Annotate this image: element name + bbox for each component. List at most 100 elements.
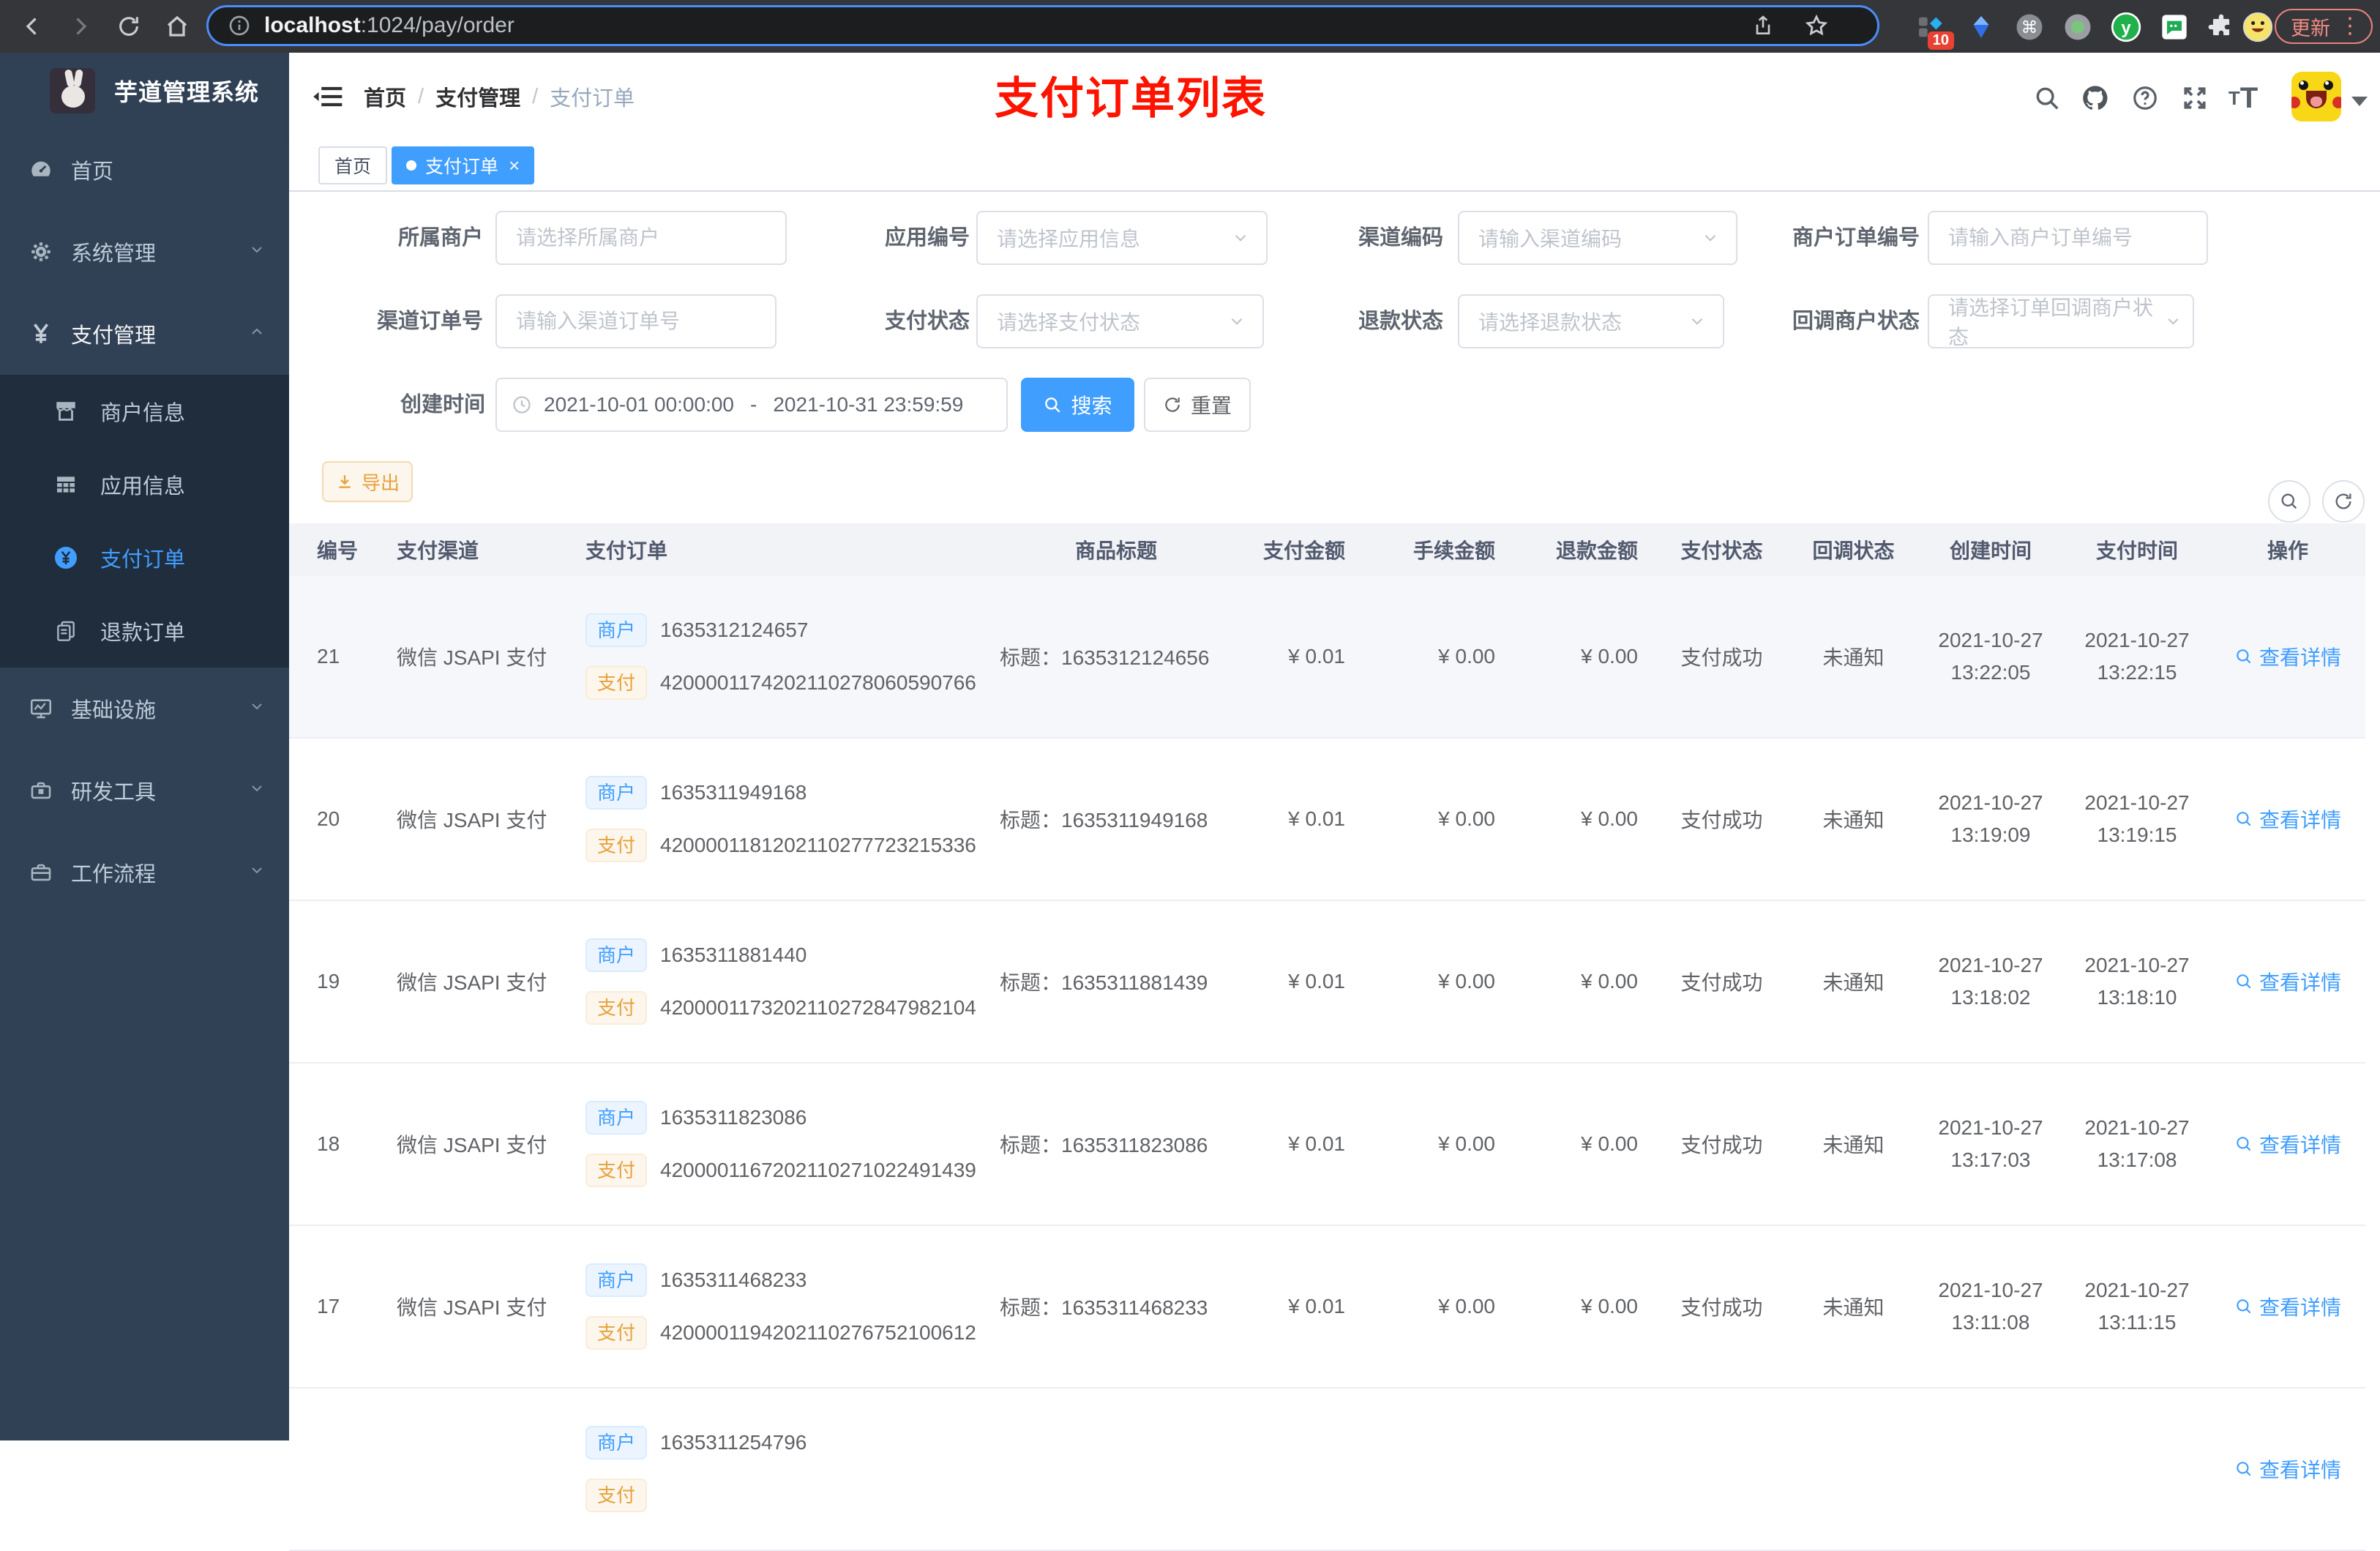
table-row: 17 微信 JSAPI 支付 商户 1635311468233 支付 42000… [289,1226,2365,1389]
home-icon[interactable] [161,10,193,42]
address-bar[interactable]: localhost:1024/pay/order [206,5,1879,46]
help-icon[interactable] [2129,82,2161,114]
sidebar-item-app-info[interactable]: 应用信息 [0,448,289,521]
merchant-input[interactable] [495,211,787,265]
view-detail-link[interactable]: 查看详情 [2234,804,2341,834]
cell-pay-time: 2021-10-2713:22:15 [2064,624,2210,689]
sidebar-item-label: 研发工具 [71,775,156,806]
view-detail-label: 查看详情 [2259,1129,2341,1159]
view-detail-link[interactable]: 查看详情 [2234,967,2341,996]
extension-grid-icon[interactable]: 10 [1912,9,1948,45]
tag-tab-home[interactable]: 首页 [318,146,387,184]
view-detail-link[interactable]: 查看详情 [2234,1292,2341,1321]
fullscreen-icon[interactable] [2179,82,2211,114]
tag-label: 支付订单 [425,152,498,179]
table-search-toggle-button[interactable] [2268,480,2310,523]
clock-icon [512,395,532,415]
sidebar-item-merchant-info[interactable]: 商户信息 [0,375,289,448]
back-icon[interactable] [16,10,48,42]
notify-status-label: 回调商户状态 [1744,294,1920,348]
font-size-icon[interactable]: TT [2227,82,2259,114]
breadcrumb-pay-mgmt[interactable]: 支付管理 [435,81,520,112]
cell-channel: 微信 JSAPI 支付 [366,1292,585,1321]
sidebar-item-label: 商户信息 [100,396,185,427]
url-text: localhost:1024/pay/order [264,13,514,38]
cell-amount: ¥ 0.01 [1237,970,1361,993]
extension-dot-icon[interactable] [2059,9,2096,45]
breadcrumb-home[interactable]: 首页 [364,81,406,112]
cell-id: 17 [289,1295,366,1318]
merchant-order-no-input[interactable] [1928,211,2208,265]
create-time-range[interactable]: 2021-10-01 00:00:00 - 2021-10-31 23:59:5… [495,378,1008,432]
pay-status-select[interactable]: 请选择支付状态 [976,294,1264,348]
site-info-icon[interactable] [228,14,251,37]
app-select[interactable]: 请选择应用信息 [976,211,1268,265]
sidebar-item-workflow[interactable]: 工作流程 [0,831,289,913]
extension-kite-icon[interactable] [1963,9,1999,45]
cell-fee: ¥ 0.00 [1361,807,1511,831]
view-detail-label: 查看详情 [2259,1292,2341,1321]
table-row: 19 微信 JSAPI 支付 商户 1635311881440 支付 42000… [289,901,2365,1064]
pay-tag: 支付 [585,829,647,862]
pay-tag: 支付 [585,666,647,700]
sidebar-item-dev-tools[interactable]: 研发工具 [0,750,289,831]
chevron-down-icon [1688,312,1707,331]
cell-notify-status: 未通知 [1789,967,1917,996]
view-detail-link[interactable]: 查看详情 [2234,642,2341,671]
bookmark-star-icon[interactable] [1804,13,1829,38]
sidebar-item-payment[interactable]: 支付管理 [0,293,289,375]
github-icon[interactable] [2079,82,2111,114]
reload-icon[interactable] [113,10,145,42]
extension-chat-icon[interactable] [2156,9,2193,45]
notify-status-select[interactable]: 请选择订单回调商户状态 [1928,294,2194,348]
header-search-icon[interactable] [2031,82,2063,114]
pay-tag: 支付 [585,1479,647,1512]
cell-create-time: 2021-10-2713:19:09 [1917,787,2064,851]
extensions-puzzle-icon[interactable] [2203,9,2239,45]
col-pay-time: 支付时间 [2064,535,2210,564]
pay-order-no: 4200001174202110278060590766 [660,671,976,695]
breadcrumb-current: 支付订单 [550,81,635,112]
chrome-update-button[interactable]: 更新 ⋮ [2275,9,2373,44]
cell-amount: ¥ 0.01 [1237,645,1361,668]
reset-button[interactable]: 重置 [1144,378,1251,432]
table-refresh-button[interactable] [2322,480,2365,523]
extension-y-icon[interactable]: y [2108,9,2144,45]
browser-menu-icon[interactable]: ⋮ [2339,15,2361,37]
tag-label: 首页 [334,152,371,179]
cell-title: 标题：1635311468233 [995,1292,1237,1321]
cell-pay-status: 支付成功 [1654,967,1789,996]
cell-actions: 查看详情 [2210,967,2365,996]
tab-close-icon[interactable]: × [509,154,520,177]
forward-icon[interactable] [64,10,97,42]
merchant-order-no: 1635312124657 [660,618,808,642]
app-logo[interactable]: 芋道管理系统 [0,53,289,129]
sidebar-item-label: 退款订单 [100,616,185,646]
sidebar-item-home[interactable]: 首页 [0,129,289,211]
view-detail-link[interactable]: 查看详情 [2234,1454,2341,1484]
tag-tab-pay-order[interactable]: 支付订单 × [392,146,534,184]
cell-actions: 查看详情 [2210,804,2365,834]
search-button[interactable]: 搜索 [1021,378,1134,432]
col-refund: 退款金额 [1511,535,1654,564]
export-button[interactable]: 导出 [322,461,413,502]
sidebar-item-refund-order[interactable]: 退款订单 [0,594,289,668]
cell-pay-order: 商户 1635311881440 支付 42000011732021102728… [585,938,995,1025]
sidebar-collapse-icon[interactable] [311,79,346,114]
avatar-caret-icon[interactable] [2351,97,2368,106]
extension-command-icon[interactable]: ⌘ [2011,9,2048,45]
share-icon[interactable] [1751,14,1775,37]
profile-avatar-icon[interactable] [2239,9,2276,45]
refund-status-select[interactable]: 请选择退款状态 [1458,294,1724,348]
sidebar-item-infrastructure[interactable]: 基础设施 [0,668,289,750]
sidebar-item-system[interactable]: 系统管理 [0,211,289,293]
sidebar-item-pay-order[interactable]: 支付订单 [0,521,289,594]
channel-code-select[interactable]: 请输入渠道编码 [1458,211,1737,265]
cell-pay-status: 支付成功 [1654,1129,1789,1159]
pay-order-no: 4200001194202110276752100612 [660,1321,976,1345]
user-avatar[interactable] [2291,72,2341,122]
view-detail-link[interactable]: 查看详情 [2234,1129,2341,1159]
channel-order-no-input[interactable] [495,294,777,348]
merchant-tag: 商户 [585,1263,647,1297]
yen-icon [28,321,54,347]
